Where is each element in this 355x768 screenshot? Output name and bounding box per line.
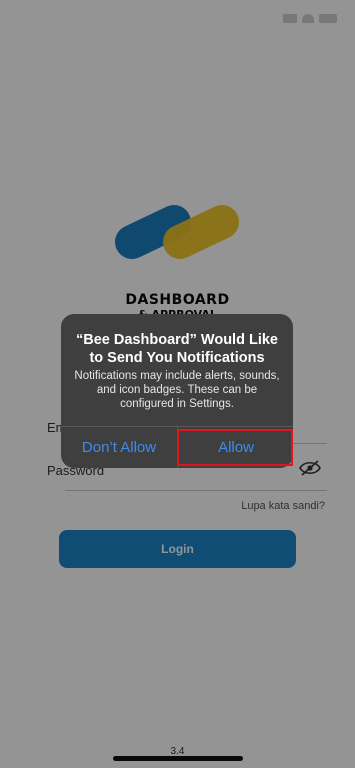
allow-button-highlight bbox=[177, 429, 293, 466]
dialog-message: Notifications may include alerts, sounds… bbox=[74, 370, 280, 410]
dont-allow-button[interactable]: Don’t Allow bbox=[61, 427, 177, 468]
dialog-title: “Bee Dashboard” Would Like to Send You N… bbox=[76, 332, 278, 366]
login-screen: DASHBOARD & APPROVAL Email Password Lupa… bbox=[0, 0, 355, 768]
